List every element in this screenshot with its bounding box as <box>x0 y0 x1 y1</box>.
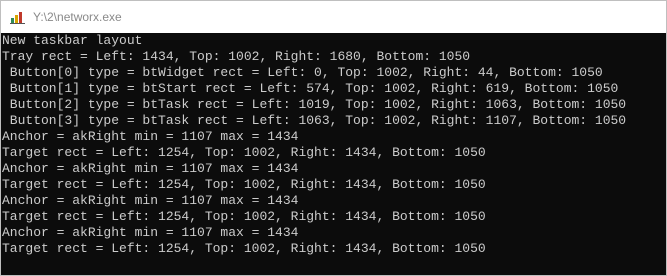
console-line: New taskbar layout <box>2 33 143 48</box>
console-line: Button[3] type = btTask rect = Left: 106… <box>2 113 627 128</box>
console-line: Target rect = Left: 1254, Top: 1002, Rig… <box>2 145 486 160</box>
console-line: Anchor = akRight min = 1107 max = 1434 <box>2 129 299 144</box>
console-line: Tray rect = Left: 1434, Top: 1002, Right… <box>2 49 471 64</box>
title-bar[interactable]: Y:\2\networx.exe <box>1 1 666 33</box>
console-line: Target rect = Left: 1254, Top: 1002, Rig… <box>2 241 486 256</box>
console-window: Y:\2\networx.exe New taskbar layout Tray… <box>0 0 667 276</box>
console-line: Button[1] type = btStart rect = Left: 57… <box>2 81 619 96</box>
console-line: Anchor = akRight min = 1107 max = 1434 <box>2 225 299 240</box>
console-line: Anchor = akRight min = 1107 max = 1434 <box>2 161 299 176</box>
console-line: Target rect = Left: 1254, Top: 1002, Rig… <box>2 177 486 192</box>
console-line: Anchor = akRight min = 1107 max = 1434 <box>2 193 299 208</box>
console-line: Button[0] type = btWidget rect = Left: 0… <box>2 65 603 80</box>
window-title: Y:\2\networx.exe <box>33 10 122 24</box>
networx-app-icon <box>10 9 25 24</box>
console-line: Target rect = Left: 1254, Top: 1002, Rig… <box>2 209 486 224</box>
console-line: Button[2] type = btTask rect = Left: 101… <box>2 97 627 112</box>
console-output[interactable]: New taskbar layout Tray rect = Left: 143… <box>1 33 666 275</box>
